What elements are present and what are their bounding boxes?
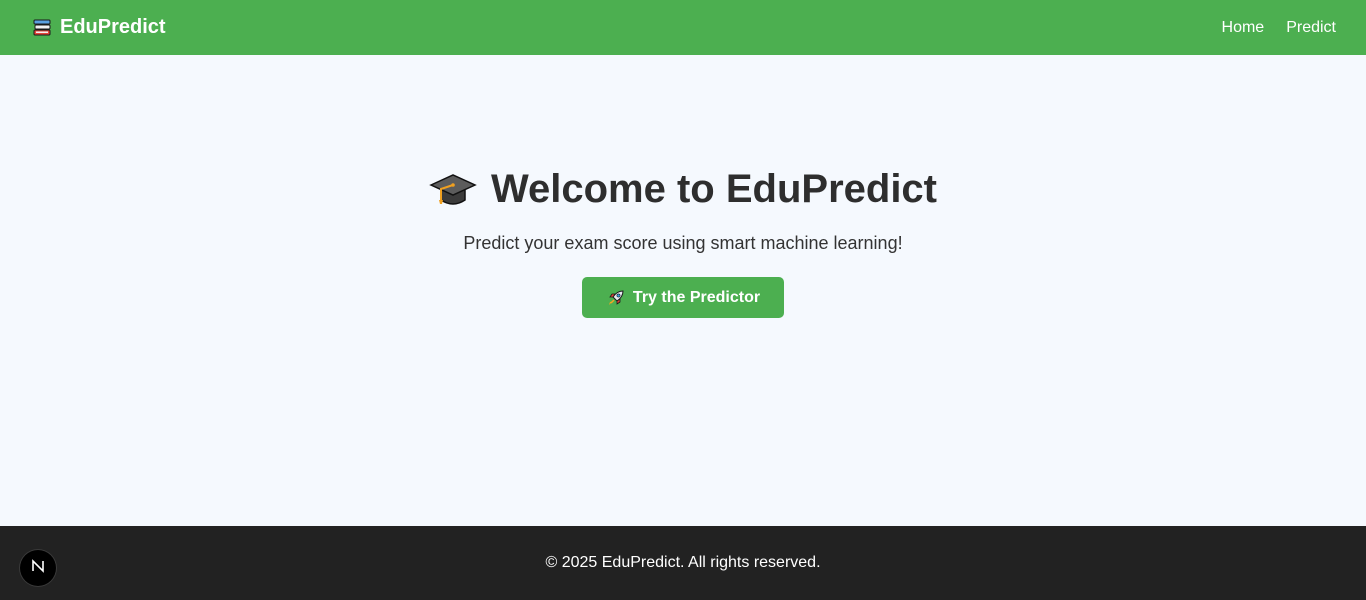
- hero-subtitle: Predict your exam score using smart mach…: [463, 233, 903, 253]
- footer-copyright: © 2025 EduPredict. All rights reserved.: [545, 554, 821, 571]
- graduation-cap-icon: [429, 170, 477, 210]
- hero-title-text: Welcome to EduPredict: [490, 167, 937, 211]
- rocket-icon: [606, 288, 626, 308]
- nav-link-home[interactable]: Home: [1222, 19, 1265, 37]
- hero-section: Welcome to EduPredict Predict your exam …: [0, 55, 1366, 526]
- nav-links: Home Predict: [1200, 19, 1336, 37]
- nextjs-dev-badge[interactable]: [20, 550, 56, 586]
- try-predictor-label: Try the Predictor: [632, 288, 761, 306]
- brand-link[interactable]: EduPredict: [32, 16, 166, 39]
- try-predictor-button[interactable]: Try the Predictor: [582, 277, 784, 318]
- hero-title: Welcome to EduPredict: [0, 167, 1366, 212]
- books-icon: [32, 18, 52, 38]
- nextjs-logo-icon: [30, 558, 46, 579]
- nav-link-predict[interactable]: Predict: [1286, 19, 1336, 37]
- navbar: EduPredict Home Predict: [0, 0, 1366, 55]
- footer: © 2025 EduPredict. All rights reserved.: [0, 526, 1366, 600]
- brand-name: EduPredict: [60, 16, 166, 38]
